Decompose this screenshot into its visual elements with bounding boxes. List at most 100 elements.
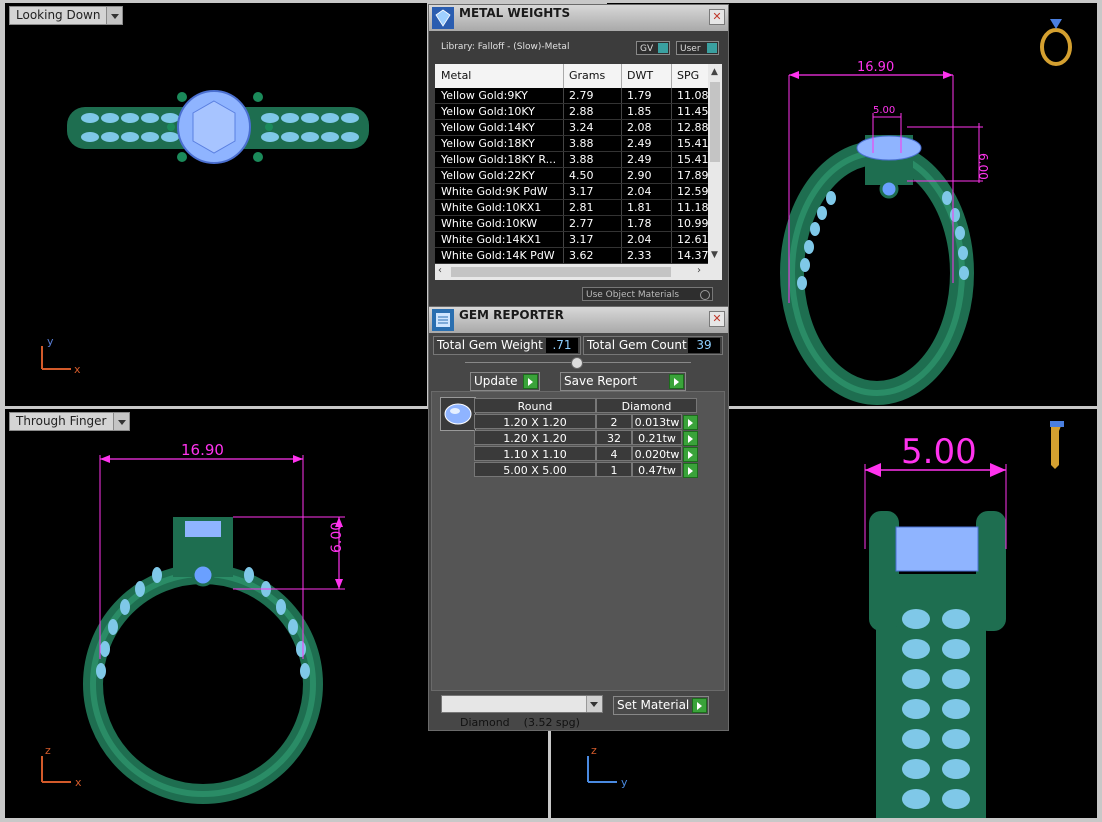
cell-metal: Yellow Gold:9KY: [441, 89, 528, 102]
chevron-down-icon[interactable]: [106, 7, 123, 24]
axis-y-label: y: [621, 776, 628, 789]
chevron-down-icon: [586, 696, 602, 712]
ring-side-preview-icon: [1050, 421, 1064, 469]
table-row[interactable]: White Gold:14KX1 3.17 2.04 12.61: [435, 232, 708, 248]
cell-dwt: 2.49: [627, 137, 652, 150]
gv-toggle[interactable]: GV: [636, 41, 670, 55]
metal-weights-titlebar[interactable]: METAL WEIGHTS ✕: [429, 5, 728, 31]
gem-reporter-titlebar[interactable]: GEM REPORTER ✕: [429, 307, 728, 333]
table-row[interactable]: Yellow Gold:10KY 2.88 1.85 11.45: [435, 104, 708, 120]
cell-spg: 12.88: [677, 121, 708, 134]
select-gems-button[interactable]: [683, 447, 698, 462]
cell-metal: Yellow Gold:14KY: [441, 121, 535, 134]
cell-spg: 11.18: [677, 201, 708, 214]
panel-title: METAL WEIGHTS: [459, 6, 571, 20]
cell-dwt: 1.78: [627, 217, 652, 230]
cell-grams: 3.24: [569, 121, 594, 134]
cell-grams: 3.17: [569, 233, 594, 246]
vertical-scrollbar[interactable]: ▲ ▼: [708, 64, 722, 264]
table-row[interactable]: White Gold:9K PdW 3.17 2.04 12.59: [435, 184, 708, 200]
material-select[interactable]: Diamond (3.52 spg): [441, 695, 603, 729]
metal-table-header: Metal Grams DWT SPG: [435, 64, 708, 88]
cell-spg: 11.08: [677, 89, 708, 102]
round-gem-thumbnail[interactable]: [440, 397, 476, 431]
gem-count-cell: 1: [596, 462, 632, 477]
cell-metal: White Gold:10KX1: [441, 201, 542, 214]
gem-header-material: Diamond: [596, 398, 697, 413]
viewport-view-label: Through Finger: [16, 414, 107, 428]
column-header-spg[interactable]: SPG: [677, 69, 699, 82]
use-object-materials-toggle[interactable]: Use Object Materials: [582, 287, 713, 301]
close-icon[interactable]: ✕: [709, 311, 725, 327]
gem-size-cell: 1.10 X 1.10: [474, 446, 596, 461]
viewport-looking-down[interactable]: y x Looking Down: [5, 3, 427, 406]
cell-grams: 2.79: [569, 89, 594, 102]
cell-dwt: 2.08: [627, 121, 652, 134]
cell-spg: 12.61: [677, 233, 708, 246]
cell-spg: 15.41: [677, 137, 708, 150]
cell-metal: White Gold:14K PdW: [441, 249, 555, 262]
horizontal-scrollbar[interactable]: ‹ ›: [435, 264, 722, 280]
user-toggle[interactable]: User: [676, 41, 719, 55]
table-row[interactable]: Yellow Gold:18KY 3.88 2.49 15.41: [435, 136, 708, 152]
table-row[interactable]: White Gold:14K PdW 3.62 2.33 14.37: [435, 248, 708, 264]
gem-weight-cell: 0.020tw: [632, 446, 682, 461]
cell-dwt: 2.04: [627, 233, 652, 246]
dimension-width-label: 16.90: [857, 60, 894, 75]
save-report-button[interactable]: Save Report: [560, 372, 686, 391]
update-button[interactable]: Update: [470, 372, 540, 391]
cell-metal: White Gold:9K PdW: [441, 185, 548, 198]
column-header-dwt[interactable]: DWT: [627, 69, 653, 82]
table-row[interactable]: Yellow Gold:18KY R... 3.88 2.49 15.41: [435, 152, 708, 168]
chevron-up-icon[interactable]: ▲: [711, 67, 718, 77]
cell-grams: 4.50: [569, 169, 594, 182]
chevron-left-icon[interactable]: ‹: [438, 265, 442, 276]
cell-grams: 3.88: [569, 137, 594, 150]
table-row[interactable]: White Gold:10KW 2.77 1.78 10.99: [435, 216, 708, 232]
close-icon[interactable]: ✕: [709, 9, 725, 25]
gem-table: Round Diamond 1.20 X 1.20 2 0.013tw 1.20 X …: [474, 398, 702, 488]
gem-size-cell: 1.20 X 1.20: [474, 414, 596, 429]
chevron-down-icon[interactable]: [112, 413, 129, 430]
select-gems-button[interactable]: [683, 415, 698, 430]
table-row[interactable]: White Gold:10KX1 2.81 1.81 11.18: [435, 200, 708, 216]
cell-spg: 14.37: [677, 249, 708, 262]
gem-count-cell: 32: [596, 430, 632, 445]
table-row[interactable]: Yellow Gold:22KY 4.50 2.90 17.89: [435, 168, 708, 184]
scrollbar-thumb[interactable]: [451, 267, 671, 277]
panel-title: GEM REPORTER: [459, 308, 564, 322]
collapse-handle-icon[interactable]: [571, 357, 583, 369]
viewport-view-dropdown[interactable]: Through Finger: [9, 412, 130, 431]
cell-grams: 2.77: [569, 217, 594, 230]
set-material-button[interactable]: Set Material: [613, 696, 709, 715]
select-gems-button[interactable]: [683, 463, 698, 478]
chevron-down-icon[interactable]: ▼: [711, 250, 718, 260]
report-icon: [432, 309, 454, 331]
cell-spg: 11.45: [677, 105, 708, 118]
cell-grams: 3.62: [569, 249, 594, 262]
chevron-right-icon[interactable]: ›: [697, 265, 701, 276]
axis-x-label: x: [74, 363, 81, 376]
column-header-metal[interactable]: Metal: [441, 69, 471, 82]
play-icon: [523, 374, 538, 389]
table-row[interactable]: Yellow Gold:14KY 3.24 2.08 12.88: [435, 120, 708, 136]
cell-grams: 2.81: [569, 201, 594, 214]
cell-metal: Yellow Gold:22KY: [441, 169, 535, 182]
cell-spg: 12.59: [677, 185, 708, 198]
dimension-stone-label: 5.00: [901, 432, 977, 472]
dimension-height-label: 6.00: [976, 153, 990, 180]
scrollbar-thumb[interactable]: [710, 82, 720, 162]
cell-grams: 3.88: [569, 153, 594, 166]
library-label: Library: Falloff - (Slow)-Metal: [441, 42, 570, 52]
cell-dwt: 2.33: [627, 249, 652, 262]
play-icon: [669, 374, 684, 389]
column-header-grams[interactable]: Grams: [569, 69, 605, 82]
gem-count-cell: 4: [596, 446, 632, 461]
viewport-view-dropdown[interactable]: Looking Down: [9, 6, 124, 25]
table-row[interactable]: Yellow Gold:9KY 2.79 1.79 11.08: [435, 88, 708, 104]
cell-dwt: 2.90: [627, 169, 652, 182]
gem-size-cell: 1.20 X 1.20: [474, 430, 596, 445]
select-gems-button[interactable]: [683, 431, 698, 446]
cell-dwt: 1.85: [627, 105, 652, 118]
dimension-width-label: 16.90: [181, 441, 224, 459]
